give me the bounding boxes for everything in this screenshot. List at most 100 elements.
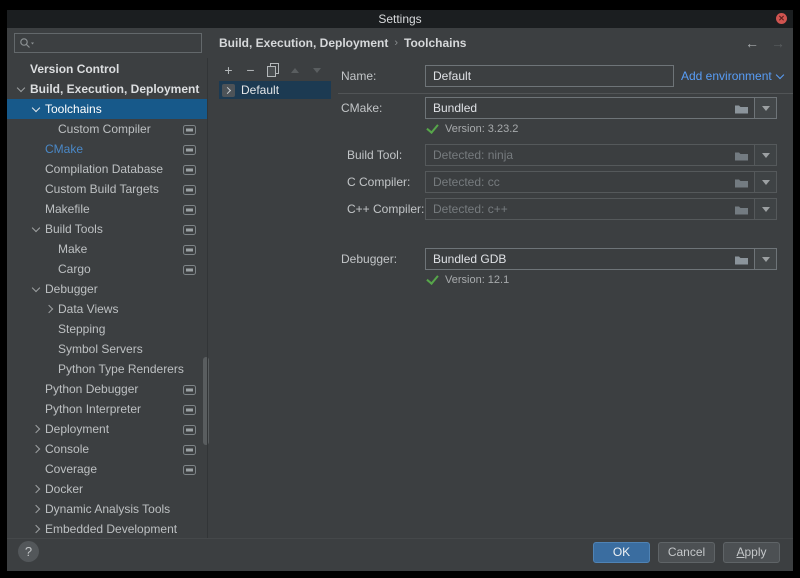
success-check-icon bbox=[426, 272, 438, 285]
settings-search[interactable] bbox=[14, 33, 202, 53]
toolchain-list: Default bbox=[219, 81, 331, 99]
sidebar-item-stepping[interactable]: Stepping bbox=[7, 319, 207, 339]
sidebar-item-label: Console bbox=[45, 439, 89, 459]
build-tool-combo-arrow[interactable] bbox=[754, 145, 776, 165]
sidebar-item-label: CMake bbox=[45, 139, 83, 159]
chevron-down-icon[interactable] bbox=[32, 104, 40, 112]
chevron-down-icon bbox=[775, 70, 783, 78]
debugger-combo[interactable]: Bundled GDB bbox=[425, 248, 777, 270]
triangle-down-icon bbox=[313, 68, 321, 73]
forward-arrow-icon[interactable]: → bbox=[769, 34, 787, 52]
cpp-compiler-combo-arrow[interactable] bbox=[754, 199, 776, 219]
success-check-icon bbox=[426, 121, 438, 134]
monitor-icon bbox=[183, 184, 196, 198]
sidebar-item-coverage[interactable]: Coverage bbox=[7, 459, 207, 479]
remove-button[interactable] bbox=[243, 62, 258, 78]
monitor-icon bbox=[183, 244, 196, 258]
cancel-button[interactable]: Cancel bbox=[658, 542, 715, 563]
close-icon[interactable]: ✕ bbox=[776, 13, 787, 24]
monitor-icon bbox=[183, 204, 196, 218]
sidebar-item-deployment[interactable]: Deployment bbox=[7, 419, 207, 439]
sidebar-item-data-views[interactable]: Data Views bbox=[7, 299, 207, 319]
dialog-footer: ? OK Cancel Apply bbox=[7, 538, 793, 572]
move-down-button[interactable] bbox=[309, 62, 324, 78]
sidebar-item-build-tools[interactable]: Build Tools bbox=[7, 219, 207, 239]
back-arrow-icon[interactable]: ← bbox=[743, 34, 761, 52]
build-tool-combo[interactable]: Detected: ninja bbox=[425, 144, 777, 166]
apply-button[interactable]: Apply bbox=[723, 542, 780, 563]
c-compiler-combo-arrow[interactable] bbox=[754, 172, 776, 192]
folder-icon bbox=[734, 145, 754, 165]
sidebar-item-python-type-renderers[interactable]: Python Type Renderers bbox=[7, 359, 207, 379]
sidebar-item-cmake[interactable]: CMake bbox=[7, 139, 207, 159]
chevron-right-icon[interactable] bbox=[45, 305, 53, 313]
monitor-icon bbox=[183, 124, 196, 138]
chevron-down-icon[interactable] bbox=[32, 224, 40, 232]
window-title: Settings bbox=[7, 10, 793, 28]
chevron-right-icon[interactable] bbox=[32, 525, 40, 533]
sidebar-item-custom-compiler[interactable]: Custom Compiler bbox=[7, 119, 207, 139]
sidebar-item-cargo[interactable]: Cargo bbox=[7, 259, 207, 279]
name-label: Name: bbox=[341, 69, 376, 83]
toolchain-toolbar bbox=[221, 62, 324, 78]
settings-sidebar: Version ControlBuild, Execution, Deploym… bbox=[7, 58, 207, 563]
sidebar-item-custom-build-targets[interactable]: Custom Build Targets bbox=[7, 179, 207, 199]
sidebar-item-embedded-development[interactable]: Embedded Development bbox=[7, 519, 207, 539]
sidebar-item-label: Makefile bbox=[45, 199, 90, 219]
sidebar-item-label: Custom Build Targets bbox=[45, 179, 159, 199]
monitor-icon bbox=[183, 224, 196, 238]
sidebar-item-label: Data Views bbox=[58, 299, 118, 319]
duplicate-button[interactable] bbox=[265, 62, 280, 78]
debugger-combo-arrow[interactable] bbox=[754, 249, 776, 269]
folder-icon bbox=[734, 98, 754, 118]
sidebar-item-make[interactable]: Make bbox=[7, 239, 207, 259]
build-tool-label: Build Tool: bbox=[347, 148, 402, 162]
settings-tree: Version ControlBuild, Execution, Deploym… bbox=[7, 58, 207, 563]
add-environment-link[interactable]: Add environment bbox=[681, 69, 783, 83]
chevron-down-icon[interactable] bbox=[32, 284, 40, 292]
ok-button[interactable]: OK bbox=[593, 542, 650, 563]
sidebar-item-label: Symbol Servers bbox=[58, 339, 143, 359]
chevron-right-icon[interactable] bbox=[32, 505, 40, 513]
sidebar-item-debugger[interactable]: Debugger bbox=[7, 279, 207, 299]
help-button[interactable]: ? bbox=[18, 541, 39, 562]
sidebar-item-toolchains[interactable]: Toolchains bbox=[7, 99, 207, 119]
sidebar-item-python-interpreter[interactable]: Python Interpreter bbox=[7, 399, 207, 419]
sidebar-item-console[interactable]: Console bbox=[7, 439, 207, 459]
folder-icon bbox=[734, 249, 754, 269]
sidebar-divider bbox=[207, 58, 208, 539]
sidebar-item-label: Custom Compiler bbox=[58, 119, 151, 139]
cmake-combo[interactable]: Bundled bbox=[425, 97, 777, 119]
sidebar-item-label: Version Control bbox=[30, 59, 119, 79]
debugger-label: Debugger: bbox=[341, 252, 397, 266]
sidebar-item-build-execution-deployment[interactable]: Build, Execution, Deployment bbox=[7, 79, 207, 99]
cmake-combo-arrow[interactable] bbox=[754, 98, 776, 118]
triangle-up-icon bbox=[291, 68, 299, 73]
sidebar-item-dynamic-analysis-tools[interactable]: Dynamic Analysis Tools bbox=[7, 499, 207, 519]
settings-search-input[interactable] bbox=[35, 35, 201, 51]
move-up-button[interactable] bbox=[287, 62, 302, 78]
sidebar-item-makefile[interactable]: Makefile bbox=[7, 199, 207, 219]
chevron-down-icon[interactable] bbox=[17, 84, 25, 92]
sidebar-scrollbar-thumb[interactable] bbox=[203, 357, 209, 445]
cpp-compiler-combo[interactable]: Detected: c++ bbox=[425, 198, 777, 220]
titlebar: Settings ✕ bbox=[7, 10, 793, 28]
toolchain-item-default[interactable]: Default bbox=[219, 81, 331, 99]
sidebar-item-docker[interactable]: Docker bbox=[7, 479, 207, 499]
add-button[interactable] bbox=[221, 62, 236, 78]
breadcrumb-separator-icon: › bbox=[394, 37, 398, 49]
sidebar-item-python-debugger[interactable]: Python Debugger bbox=[7, 379, 207, 399]
sidebar-item-version-control[interactable]: Version Control bbox=[7, 59, 207, 79]
c-compiler-label: C Compiler: bbox=[347, 175, 410, 189]
chevron-right-icon[interactable] bbox=[32, 425, 40, 433]
chevron-right-icon[interactable] bbox=[32, 445, 40, 453]
sidebar-item-label: Compilation Database bbox=[45, 159, 163, 179]
breadcrumb-item[interactable]: Toolchains bbox=[404, 36, 466, 50]
name-input[interactable] bbox=[425, 65, 674, 87]
sidebar-item-label: Docker bbox=[45, 479, 83, 499]
sidebar-item-compilation-database[interactable]: Compilation Database bbox=[7, 159, 207, 179]
sidebar-item-symbol-servers[interactable]: Symbol Servers bbox=[7, 339, 207, 359]
breadcrumb-item[interactable]: Build, Execution, Deployment bbox=[219, 36, 388, 50]
c-compiler-combo[interactable]: Detected: cc bbox=[425, 171, 777, 193]
chevron-right-icon[interactable] bbox=[32, 485, 40, 493]
